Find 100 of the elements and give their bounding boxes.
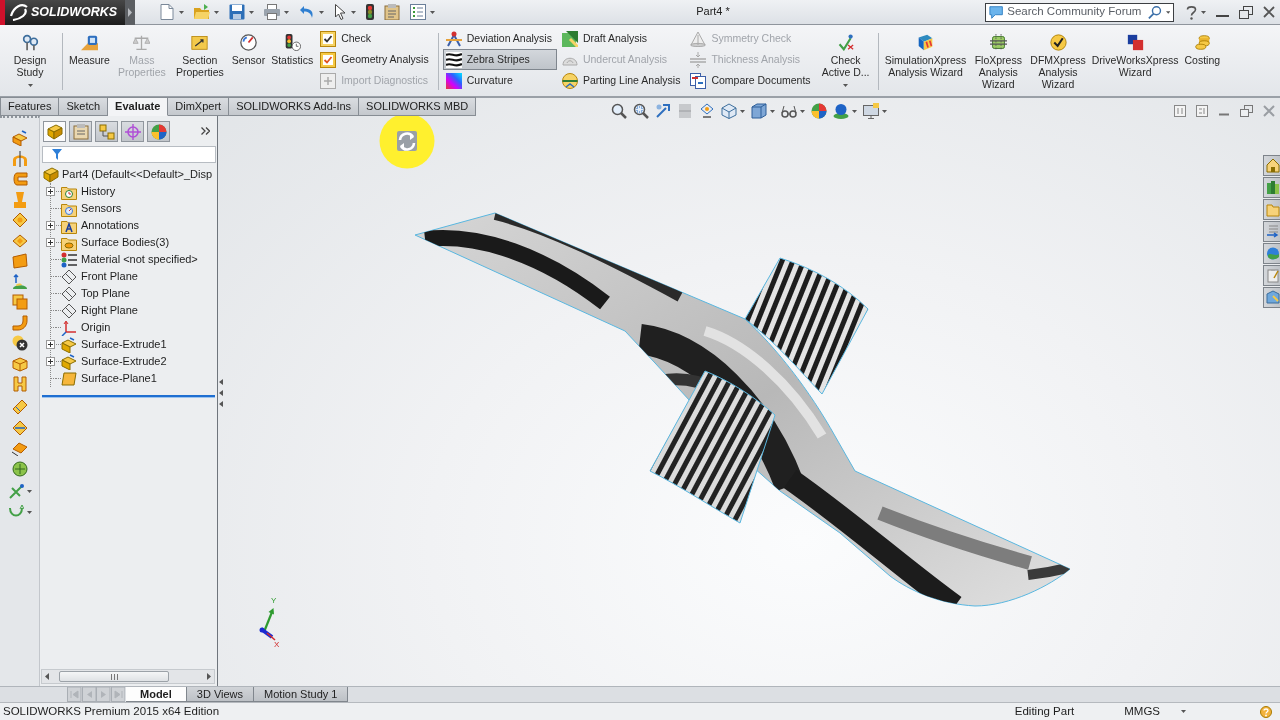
caret-icon[interactable] bbox=[319, 10, 324, 14]
sheet-icon[interactable] bbox=[11, 253, 28, 269]
expand-icon[interactable] bbox=[46, 187, 55, 196]
glasses-icon[interactable] bbox=[781, 103, 797, 119]
caret-icon[interactable] bbox=[430, 10, 435, 14]
caret-icon[interactable] bbox=[882, 109, 887, 113]
command-tab[interactable]: Features bbox=[0, 97, 60, 116]
shaded-cube-icon[interactable] bbox=[751, 103, 767, 119]
command-tab[interactable]: Evaluate bbox=[108, 97, 169, 116]
horizontal-scrollbar[interactable] bbox=[41, 669, 215, 684]
ball-on-floor-icon[interactable] bbox=[833, 103, 849, 119]
traffic-light-icon[interactable] bbox=[366, 4, 374, 20]
help-icon[interactable] bbox=[1260, 705, 1272, 718]
caret-icon[interactable] bbox=[351, 10, 356, 14]
caret-icon[interactable] bbox=[1201, 10, 1206, 14]
ribbon-button[interactable]: Draft Analysis bbox=[558, 28, 686, 49]
undo-arrow-icon[interactable] bbox=[299, 4, 315, 20]
tree-item[interactable]: Origin bbox=[81, 320, 111, 335]
caret-icon[interactable] bbox=[249, 10, 254, 14]
task-pane-tab[interactable] bbox=[1263, 221, 1280, 242]
c-shape-icon[interactable] bbox=[11, 171, 28, 187]
ribbon-button[interactable]: FloXpress Analysis Wizard bbox=[969, 25, 1028, 96]
task-pane-tab[interactable] bbox=[1263, 287, 1280, 308]
task-pane-tab[interactable] bbox=[1263, 199, 1280, 220]
scroll-left-icon[interactable] bbox=[45, 673, 49, 680]
tilted-sheet-icon[interactable] bbox=[11, 399, 28, 415]
expand-icon[interactable] bbox=[46, 221, 55, 230]
caret-icon[interactable] bbox=[214, 10, 219, 14]
ribbon-button[interactable]: Curvature bbox=[442, 70, 557, 91]
help-icon[interactable] bbox=[1186, 4, 1197, 20]
double-chevron-icon[interactable] bbox=[201, 127, 210, 135]
ribbon-button[interactable]: Parting Line Analysis bbox=[558, 70, 686, 91]
tree-item[interactable]: Surface Bodies(3) bbox=[81, 235, 170, 250]
clipboard-icon[interactable] bbox=[384, 4, 400, 20]
expand-icon[interactable] bbox=[46, 238, 55, 247]
flyout-arrow-icon[interactable] bbox=[125, 0, 135, 25]
scroll-right-icon[interactable] bbox=[207, 673, 211, 680]
caret-icon[interactable] bbox=[740, 109, 745, 113]
caret-icon[interactable] bbox=[179, 10, 184, 14]
tree-item[interactable]: Right Plane bbox=[81, 303, 138, 318]
task-pane-tab[interactable] bbox=[1263, 265, 1280, 286]
search-icon[interactable] bbox=[1148, 4, 1162, 20]
mound-arrow-icon[interactable] bbox=[11, 273, 28, 290]
ribbon-button[interactable]: Zebra Stripes bbox=[442, 49, 557, 70]
ribbon-button[interactable]: Check bbox=[317, 28, 434, 49]
filter-field[interactable] bbox=[42, 146, 216, 163]
cube-icon[interactable] bbox=[721, 103, 737, 119]
tree-item[interactable]: Material <not specified> bbox=[81, 252, 198, 267]
cross-lines-icon[interactable] bbox=[7, 483, 24, 500]
caret-icon[interactable] bbox=[770, 109, 775, 113]
split-vertical-icon[interactable] bbox=[1174, 105, 1186, 117]
tree-item[interactable]: Surface-Extrude1 bbox=[81, 337, 167, 352]
panel-tab[interactable] bbox=[69, 121, 92, 142]
scrollbar-thumb[interactable] bbox=[59, 671, 169, 682]
new-document-icon[interactable] bbox=[159, 4, 175, 20]
caret-icon[interactable] bbox=[26, 510, 32, 514]
units-text[interactable]: MMGS bbox=[1124, 704, 1160, 719]
command-tab[interactable]: Sketch bbox=[59, 97, 109, 116]
tree-item[interactable]: Surface-Plane1 bbox=[81, 371, 157, 386]
caret-icon[interactable] bbox=[26, 490, 32, 493]
split-diamond-icon[interactable] bbox=[11, 419, 28, 436]
panel-tab[interactable] bbox=[147, 121, 170, 142]
panel-tab[interactable] bbox=[95, 121, 118, 142]
ribbon-button[interactable]: Section Properties bbox=[170, 25, 229, 96]
ribbon-button[interactable]: Measure bbox=[66, 25, 113, 96]
caret-icon[interactable] bbox=[1181, 710, 1186, 713]
restore-icon[interactable] bbox=[1240, 105, 1253, 117]
ribbon-button[interactable]: Compare Documents bbox=[687, 70, 816, 91]
caret-icon[interactable] bbox=[800, 109, 805, 113]
tree-item[interactable]: Annotations bbox=[81, 218, 140, 233]
monitor-icon[interactable] bbox=[863, 103, 879, 119]
command-tab[interactable]: DimXpert bbox=[168, 97, 230, 116]
ribbon-button[interactable]: Deviation Analysis bbox=[442, 28, 557, 49]
diamond-tile-icon[interactable] bbox=[11, 232, 28, 249]
caret-icon[interactable] bbox=[852, 109, 857, 113]
task-pane-tab[interactable] bbox=[1263, 243, 1280, 264]
tree-item[interactable]: Top Plane bbox=[81, 286, 130, 301]
tree-item[interactable]: Part4 (Default<<Default>_Disp bbox=[62, 167, 213, 182]
tree-item[interactable]: Sensors bbox=[81, 201, 122, 216]
task-pane-tab[interactable] bbox=[1263, 177, 1280, 198]
sphere-cross-icon[interactable] bbox=[11, 335, 28, 351]
search-field[interactable]: Search Community Forum bbox=[985, 2, 1174, 22]
tree-item[interactable]: History bbox=[81, 184, 116, 199]
caret-icon[interactable] bbox=[284, 10, 289, 14]
offset-sheet-icon[interactable] bbox=[11, 440, 28, 456]
restore-icon[interactable] bbox=[1239, 5, 1253, 19]
arch-icon[interactable] bbox=[11, 150, 28, 167]
ribbon-button[interactable]: DriveWorksXpress Wizard bbox=[1088, 25, 1182, 96]
command-tab[interactable]: SOLIDWORKS Add-Ins bbox=[229, 97, 360, 116]
magnifier-icon[interactable] bbox=[611, 103, 627, 119]
document-tab[interactable]: Model bbox=[126, 687, 187, 702]
split-horizontal-icon[interactable] bbox=[1196, 105, 1208, 117]
panel-tab[interactable] bbox=[43, 121, 66, 142]
ribbon-button[interactable]: Geometry Analysis bbox=[317, 49, 434, 70]
pointer-arrow-icon[interactable] bbox=[334, 4, 347, 20]
ribbon-button[interactable]: Check Active D... bbox=[816, 25, 875, 96]
splitter-grip-icon[interactable] bbox=[219, 379, 223, 407]
caret-icon[interactable] bbox=[1165, 10, 1170, 14]
tree-item[interactable]: Front Plane bbox=[81, 269, 138, 284]
ribbon-button[interactable]: Statistics bbox=[268, 25, 317, 96]
